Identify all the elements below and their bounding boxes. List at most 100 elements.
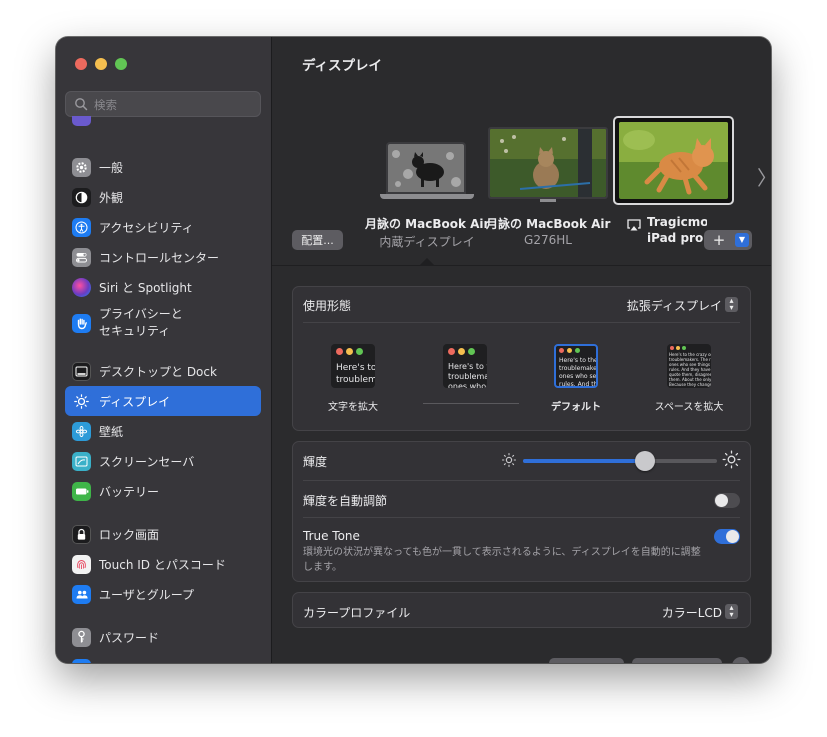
arrange-button[interactable]: 配置...	[292, 230, 343, 250]
divider	[303, 322, 740, 323]
toggle-knob	[715, 494, 728, 507]
usage-card: 使用形態 拡張ディスプレイ ▴ ▾ Here's to troublem 文字を拡…	[292, 286, 751, 431]
accessibility-icon	[72, 217, 91, 237]
close-button[interactable]	[75, 58, 87, 70]
toggle-knob	[726, 530, 739, 543]
wallpaper-icon	[72, 421, 91, 441]
sidebar-item-label: 外観	[99, 190, 124, 205]
sidebar-item-desktop-dock[interactable]: デスクトップと Dock	[65, 356, 261, 386]
chevron-right-icon[interactable]: 〉	[757, 162, 771, 191]
sidebar-item-passwords[interactable]: パスワード	[65, 622, 261, 652]
sidebar-item-control-center[interactable]: コントロールセンター	[65, 242, 261, 272]
usage-label: 使用形態	[303, 299, 352, 313]
sidebar-item-label: コントロールセンター	[99, 250, 220, 265]
sidebar-item-label: 壁紙	[99, 424, 124, 439]
search-field[interactable]	[65, 91, 261, 118]
sidebar-item-label: Touch ID とパスコード	[99, 557, 226, 572]
sidebar-item-accessibility[interactable]: アクセシビリティ	[65, 212, 261, 242]
sun-small-icon	[501, 452, 517, 468]
key-icon	[72, 627, 91, 647]
chevron-down-icon[interactable]: ▼	[735, 233, 749, 247]
settings-window: 一般 外観 アクセシビリティ コントロールセンター Siri と Spotlig…	[56, 37, 771, 663]
sidebar-item-lock-screen[interactable]: ロック画面	[65, 519, 261, 549]
brightness-slider-knob[interactable]	[635, 451, 656, 471]
display-thumbnail-external[interactable]	[488, 127, 608, 202]
mode-sample-text: Here's to the cr troublemakers. ones who…	[559, 357, 598, 388]
gear-icon	[72, 157, 91, 177]
night-shift-button[interactable]	[632, 658, 722, 663]
advanced-button[interactable]	[549, 658, 624, 663]
users-icon	[72, 584, 91, 604]
add-display-button[interactable]: +	[704, 230, 734, 250]
sidebar-item-label: ディスプレイ	[99, 394, 171, 409]
sidebar-item-appearance[interactable]: 外観	[65, 182, 261, 212]
sidebar-item-privacy-security[interactable]: プライバシーと セキュリティ	[65, 303, 261, 343]
mode-caption: 文字を拡大	[328, 402, 378, 413]
section-separator	[272, 265, 771, 266]
display-thumbnail-builtin[interactable]	[380, 142, 474, 202]
sidebar-item-scrolled[interactable]	[65, 116, 261, 130]
sidebar-item-screensaver[interactable]: スクリーンセーバ	[65, 446, 261, 476]
divider	[303, 517, 740, 518]
sidebar-item-label: プライバシーと セキュリティ	[99, 307, 183, 338]
search-icon	[75, 98, 88, 111]
kitten-photo-image	[490, 129, 606, 197]
sidebar-item-label: アクセシビリティ	[99, 220, 194, 235]
brightness-card: 輝度 輝度を自動調節 True Tone 環境光の状況が異なっても色が一貫して表…	[292, 441, 751, 582]
sidebar-item-label: デスクトップと Dock	[99, 364, 217, 379]
true-tone-label: True Tone	[303, 529, 360, 543]
sidebar-item-users-groups[interactable]: ユーザとグループ	[65, 579, 261, 609]
mode-option-more-space[interactable]: Here's to the crazy ones troublemakers. …	[667, 344, 711, 388]
color-profile-stepper-icon[interactable]: ▴ ▾	[725, 604, 738, 619]
notification-icon	[72, 116, 91, 126]
display-sub-builtin: 内蔵ディスプレイ	[379, 235, 475, 249]
sidebar-item-label: スクリーンセーバ	[99, 454, 195, 469]
sidebar-item-wallpaper[interactable]: 壁紙	[65, 416, 261, 446]
mode-caption: スペースを拡大	[654, 402, 724, 413]
sidebar-item-label: Siri と Spotlight	[99, 280, 192, 295]
display-name-builtin: 月詠の MacBook Air	[365, 217, 490, 231]
true-tone-toggle[interactable]	[714, 529, 740, 544]
zoom-button[interactable]	[115, 58, 127, 70]
divider	[303, 480, 740, 481]
mode-sample-text: Here's to troublem	[336, 363, 375, 385]
brightness-slider[interactable]	[523, 451, 717, 471]
add-display-control[interactable]: + ▼	[704, 230, 752, 250]
mode-option-default[interactable]: Here's to the cr troublemakers. ones who…	[554, 344, 598, 388]
sidebar-item-battery[interactable]: バッテリー	[65, 476, 261, 506]
mode-option-2[interactable]: Here's to t troublema ones who	[443, 344, 487, 388]
display-name-ipad: Tragicmo	[647, 215, 707, 229]
sidebar-item-label: ユーザとグループ	[99, 587, 195, 602]
display-sub-external: G276HL	[524, 233, 572, 247]
fingerprint-icon	[72, 554, 91, 574]
internet-accounts-icon	[72, 658, 91, 663]
color-profile-card: カラープロファイル カラーLCD ▴ ▾	[292, 592, 751, 628]
auto-brightness-label: 輝度を自動調節	[303, 494, 388, 508]
sidebar-item-siri-spotlight[interactable]: Siri と Spotlight	[65, 272, 261, 302]
airplay-icon	[627, 216, 641, 231]
sidebar-item-displays[interactable]: ディスプレイ	[65, 386, 261, 416]
screensaver-icon	[72, 451, 91, 471]
help-icon[interactable]	[732, 657, 750, 663]
sidebar-item-touch-id[interactable]: Touch ID とパスコード	[65, 549, 261, 579]
sidebar-item-general[interactable]: 一般	[65, 152, 261, 182]
usage-value[interactable]: 拡張ディスプレイ	[627, 297, 722, 314]
display-sub-ipad: iPad pro	[647, 231, 703, 245]
minimize-button[interactable]	[95, 58, 107, 70]
display-name-external: 月詠の MacBook Air	[486, 217, 611, 231]
brightness-slider-fill	[523, 459, 646, 463]
control-center-icon	[72, 247, 91, 267]
mode-caption: デフォルト	[551, 402, 601, 413]
sidebar-item-scrolled-bottom[interactable]	[65, 653, 261, 663]
color-profile-value[interactable]: カラーLCD	[662, 604, 722, 621]
usage-popup-stepper-icon[interactable]: ▴ ▾	[725, 297, 738, 312]
search-input[interactable]	[92, 92, 256, 118]
dock-icon	[72, 361, 91, 381]
color-profile-label: カラープロファイル	[303, 606, 411, 620]
auto-brightness-toggle[interactable]	[714, 493, 740, 508]
mode-sample-text: Here's to the crazy ones troublemakers. …	[669, 352, 711, 387]
sidebar-item-label: 一般	[99, 160, 124, 175]
sidebar-item-label: パスワード	[99, 630, 160, 645]
mode-option-larger-text[interactable]: Here's to troublem	[331, 344, 375, 388]
display-thumbnail-ipad[interactable]	[613, 116, 734, 205]
